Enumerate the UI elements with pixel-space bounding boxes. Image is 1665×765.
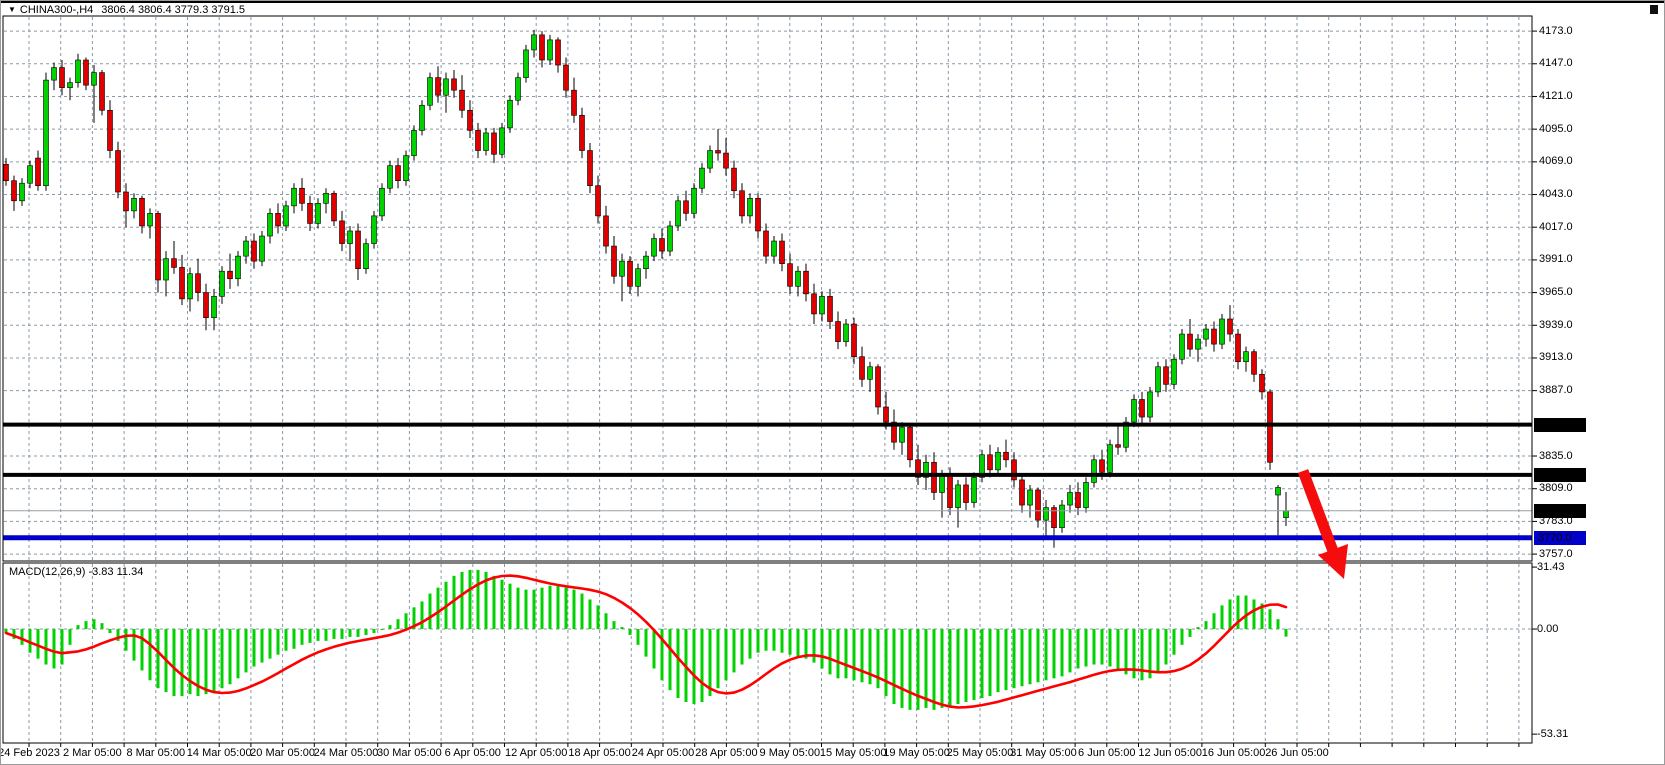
date-tick-label[interactable]: 30 Mar 05:00 xyxy=(377,747,442,759)
date-tick-label[interactable]: 31 May 05:00 xyxy=(1010,747,1077,759)
date-tick-label[interactable]: 16 Jun 05:00 xyxy=(1202,747,1266,759)
price-tick-label: 3757.0 xyxy=(1539,548,1573,560)
price-tick-label: 4121.0 xyxy=(1539,90,1573,102)
date-tick-label[interactable]: 14 Mar 05:00 xyxy=(187,747,252,759)
date-tick-label[interactable]: 19 May 05:00 xyxy=(883,747,950,759)
date-tick-label[interactable]: 6 Jun 05:00 xyxy=(1078,747,1136,759)
macd-histogram xyxy=(5,570,1288,710)
price-tick-label: 3991.0 xyxy=(1539,253,1573,265)
window-corner-mark xyxy=(1650,5,1658,14)
price-tick-label: 4173.0 xyxy=(1539,25,1573,37)
chart-canvas[interactable] xyxy=(1,1,1665,765)
symbol-timeframe: CHINA300-,H4 xyxy=(20,4,93,16)
price-badge-3860.0: 3860.0 xyxy=(1534,418,1586,432)
price-tick-label: 3887.0 xyxy=(1539,384,1573,396)
price-tick-label: 4147.0 xyxy=(1539,57,1573,69)
macd-tick-label: 31.43 xyxy=(1537,561,1565,573)
price-tick-label: 3809.0 xyxy=(1539,482,1573,494)
date-tick-label[interactable]: 8 Mar 05:00 xyxy=(126,747,185,759)
price-tick-label: 3965.0 xyxy=(1539,286,1573,298)
date-tick-label[interactable]: 12 Jun 05:00 xyxy=(1138,747,1202,759)
date-tick-label[interactable]: 26 Jun 05:00 xyxy=(1265,747,1329,759)
macd-indicator-label: MACD(12,26,9) -3.83 11.34 xyxy=(9,566,143,578)
price-tick-label: 3913.0 xyxy=(1539,351,1573,363)
date-tick-label[interactable]: 24 Mar 05:00 xyxy=(314,747,379,759)
candlesticks xyxy=(4,30,1289,548)
date-tick-label[interactable]: 20 Mar 05:00 xyxy=(250,747,315,759)
date-tick-label[interactable]: 15 May 05:00 xyxy=(820,747,887,759)
date-tick-label[interactable]: 24 Feb 2023 xyxy=(0,747,60,759)
date-tick-label[interactable]: 12 Apr 05:00 xyxy=(505,747,567,759)
price-tick-label: 4043.0 xyxy=(1539,188,1573,200)
price-tick-label: 4095.0 xyxy=(1539,123,1573,135)
ohlc-values: 3806.4 3806.4 3779.3 3791.5 xyxy=(101,4,245,16)
price-badge-3820.0: 3820.0 xyxy=(1534,468,1586,482)
date-tick-label[interactable]: 18 Apr 05:00 xyxy=(568,747,630,759)
price-tick-label: 4069.0 xyxy=(1539,155,1573,167)
date-tick-label[interactable]: 28 Apr 05:00 xyxy=(695,747,757,759)
date-tick-label[interactable]: 25 May 05:00 xyxy=(947,747,1014,759)
price-tick-label: 3939.0 xyxy=(1539,319,1573,331)
price-tick-label: 3835.0 xyxy=(1539,450,1573,462)
date-tick-label[interactable]: 9 May 05:00 xyxy=(760,747,821,759)
chart-title: ▼ CHINA300-,H4 3806.4 3806.4 3779.3 3791.5 xyxy=(8,4,245,16)
date-tick-label[interactable]: 2 Mar 05:00 xyxy=(63,747,122,759)
date-tick-label[interactable]: 24 Apr 05:00 xyxy=(632,747,694,759)
chart-window: ▼ CHINA300-,H4 3806.4 3806.4 3779.3 3791.5… xyxy=(0,0,1665,765)
price-tick-label: 4017.0 xyxy=(1539,221,1573,233)
price-badge-3770.0: 3770.0 xyxy=(1534,531,1586,545)
macd-tick-label: -53.31 xyxy=(1537,728,1568,740)
macd-tick-label: 0.00 xyxy=(1537,623,1558,635)
dropdown-arrow-icon[interactable]: ▼ xyxy=(8,5,16,14)
date-tick-label[interactable]: 6 Apr 05:00 xyxy=(445,747,501,759)
price-badge-3791.5: 3791.5 xyxy=(1534,504,1586,518)
